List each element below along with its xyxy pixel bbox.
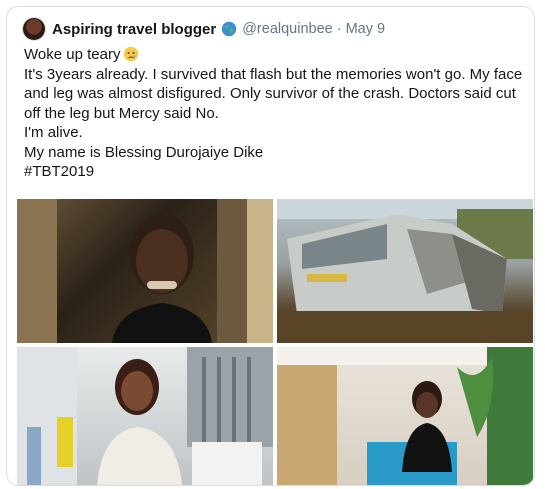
tweet-text: Woke up teary It's 3years already. I sur… (24, 45, 529, 182)
tweet-card[interactable]: Aspiring travel blogger @realquinbee · M… (6, 6, 535, 486)
photo-2-image (277, 199, 533, 343)
tweet-line-4: My name is Blessing Durojaiye Dike (24, 143, 264, 161)
crying-face-icon (124, 46, 139, 62)
photo-woman-in-lace-top[interactable] (17, 347, 273, 485)
tweet-date[interactable]: May 9 (346, 21, 386, 37)
separator-dot: · (336, 21, 342, 37)
avatar[interactable] (22, 17, 46, 41)
tweet-line-3: I'm alive. (24, 124, 83, 141)
globe-emoji-icon (222, 21, 237, 37)
user-handle[interactable]: @realquinbee (242, 21, 333, 37)
display-name[interactable]: Aspiring travel blogger (52, 21, 216, 38)
tweet-header: Aspiring travel blogger @realquinbee · M… (22, 17, 385, 41)
photo-crashed-bus[interactable] (277, 199, 533, 343)
photo-grid (17, 199, 533, 485)
photo-4-image (277, 347, 533, 485)
photo-woman-seated-office[interactable] (277, 347, 533, 485)
tweet-line-1: Woke up teary (24, 45, 529, 65)
photo-3-image (17, 347, 273, 485)
tweet-line-hashtag[interactable]: #TBT2019 (24, 162, 529, 182)
photo-1-image (17, 199, 273, 343)
photo-smiling-woman-hospital[interactable] (17, 199, 273, 343)
tweet-line-2: It's 3years already. I survived that fla… (24, 65, 523, 122)
